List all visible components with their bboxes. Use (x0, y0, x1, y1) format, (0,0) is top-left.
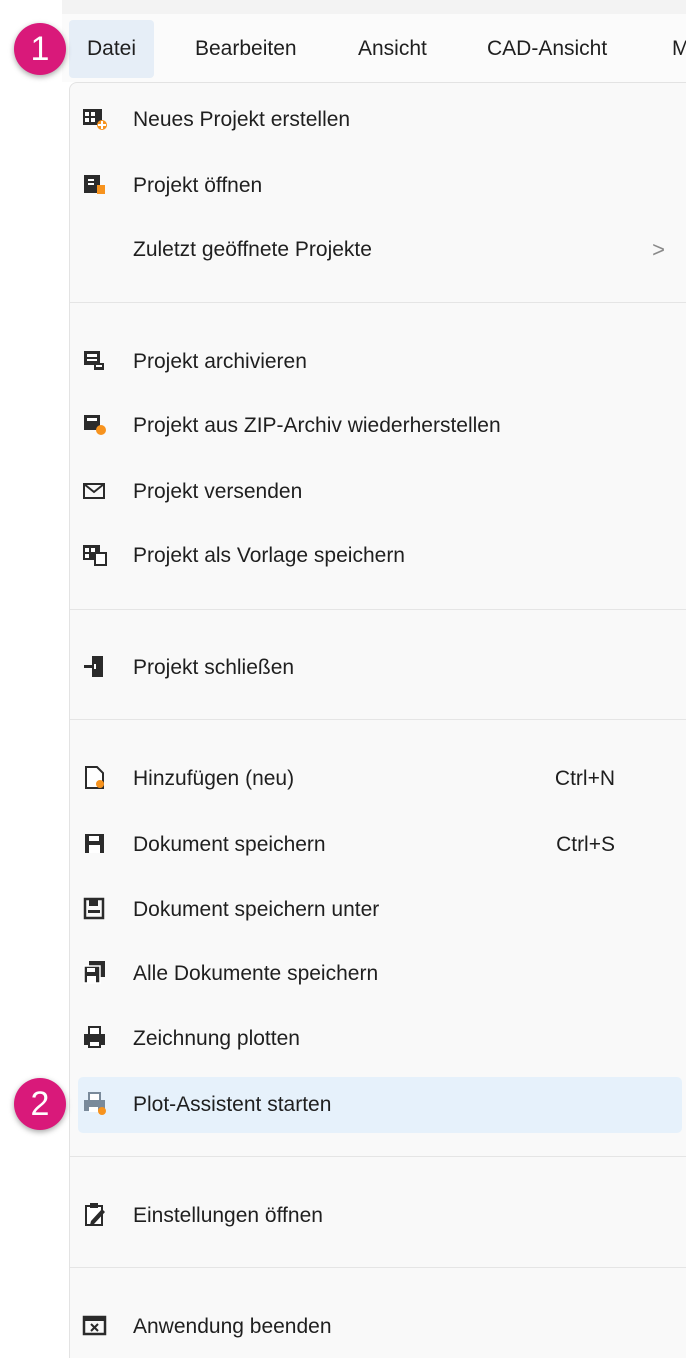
menu-item-archive-project[interactable]: Projekt archivieren (70, 334, 686, 390)
menu-item-label: Projekt aus ZIP-Archiv wiederherstellen (133, 414, 501, 437)
save-icon (80, 829, 110, 859)
menu-item-save-as[interactable]: Dokument speichern unter (70, 882, 686, 938)
menu-separator (70, 1156, 686, 1157)
menu-separator (70, 609, 686, 610)
menu-item-label: Dokument speichern unter (133, 898, 380, 921)
menu-item-label: Projekt versenden (133, 480, 303, 503)
menu-item-label: Dokument speichern (133, 833, 326, 856)
menu-item-label: Zuletzt geöffnete Projekte (133, 238, 372, 261)
archive-project-icon (80, 346, 110, 376)
menu-item-save-all[interactable]: Alle Dokumente speichern (70, 946, 686, 1002)
plot-wizard-icon (80, 1089, 110, 1119)
menu-item-label: Anwendung beenden (133, 1315, 332, 1338)
shortcut-hint: Ctrl+N (554, 767, 615, 790)
menu-item-exit-app[interactable]: Anwendung beenden (70, 1299, 686, 1355)
printer-icon (80, 1023, 110, 1053)
menu-item-label: Projekt als Vorlage speichern (133, 544, 405, 567)
menu-item-label: Projekt schließen (133, 656, 295, 679)
menu-item-save-document[interactable]: Dokument speichern Ctrl+S (70, 817, 686, 873)
close-project-icon (80, 652, 110, 682)
save-all-icon (80, 958, 110, 988)
menu-separator (70, 1267, 686, 1268)
menu-item-add-new[interactable]: Hinzufügen (neu) Ctrl+N (70, 751, 686, 807)
menu-item-send-project[interactable]: Projekt versenden (70, 464, 686, 520)
menu-item-label: Projekt öffnen (133, 174, 263, 197)
settings-icon (80, 1200, 110, 1230)
menu-item-label: Plot-Assistent starten (133, 1093, 332, 1116)
exit-app-icon (80, 1311, 110, 1341)
chevron-right-icon: > (652, 237, 665, 262)
envelope-icon (80, 476, 110, 506)
window-top-edge (62, 0, 686, 14)
menu-separator (70, 302, 686, 303)
menu-item-open-project[interactable]: Projekt öffnen (70, 158, 686, 214)
menu-item-label: Projekt archivieren (133, 350, 307, 373)
menu-item-label: Zeichnung plotten (133, 1027, 300, 1050)
menu-item-label: Einstellungen öffnen (133, 1204, 323, 1227)
menu-item-save-template[interactable]: Projekt als Vorlage speichern (70, 528, 686, 584)
background-strip (0, 0, 62, 1358)
save-as-icon (80, 894, 110, 924)
menu-item-plot-drawing[interactable]: Zeichnung plotten (70, 1011, 686, 1067)
menu-tab-ansicht[interactable]: Ansicht (340, 20, 445, 78)
menu-item-restore-zip[interactable]: Projekt aus ZIP-Archiv wiederherstellen (70, 398, 686, 454)
save-template-icon (80, 540, 110, 570)
step-badge-1: 1 (14, 23, 66, 75)
menu-tab-cad-ansicht[interactable]: CAD-Ansicht (469, 20, 625, 78)
menu-tab-bearbeiten[interactable]: Bearbeiten (177, 20, 315, 78)
shortcut-hint: Ctrl+S (556, 833, 615, 856)
menu-item-plot-wizard[interactable]: Plot-Assistent starten (78, 1077, 682, 1133)
new-document-icon (80, 763, 110, 793)
step-badge-2: 2 (14, 1078, 66, 1130)
restore-zip-icon (80, 410, 110, 440)
menu-item-label: Hinzufügen (neu) (133, 767, 295, 790)
menu-item-open-settings[interactable]: Einstellungen öffnen (70, 1188, 686, 1244)
file-menu-dropdown: Neues Projekt erstellen Projekt öffnen Z… (69, 82, 686, 1358)
menu-item-close-project[interactable]: Projekt schließen (70, 640, 686, 696)
open-project-icon (80, 170, 110, 200)
new-project-icon (80, 104, 110, 134)
menu-tab-truncated[interactable]: M (654, 20, 686, 78)
menu-tab-datei[interactable]: Datei (69, 20, 155, 78)
menu-bar: Datei Bearbeiten Ansicht CAD-Ansicht M (62, 14, 686, 82)
menu-item-label: Neues Projekt erstellen (133, 108, 351, 131)
menu-item-recent-projects[interactable]: Zuletzt geöffnete Projekte > (70, 222, 686, 278)
menu-separator (70, 719, 686, 720)
menu-item-new-project[interactable]: Neues Projekt erstellen (70, 92, 686, 148)
menu-item-label: Alle Dokumente speichern (133, 962, 379, 985)
